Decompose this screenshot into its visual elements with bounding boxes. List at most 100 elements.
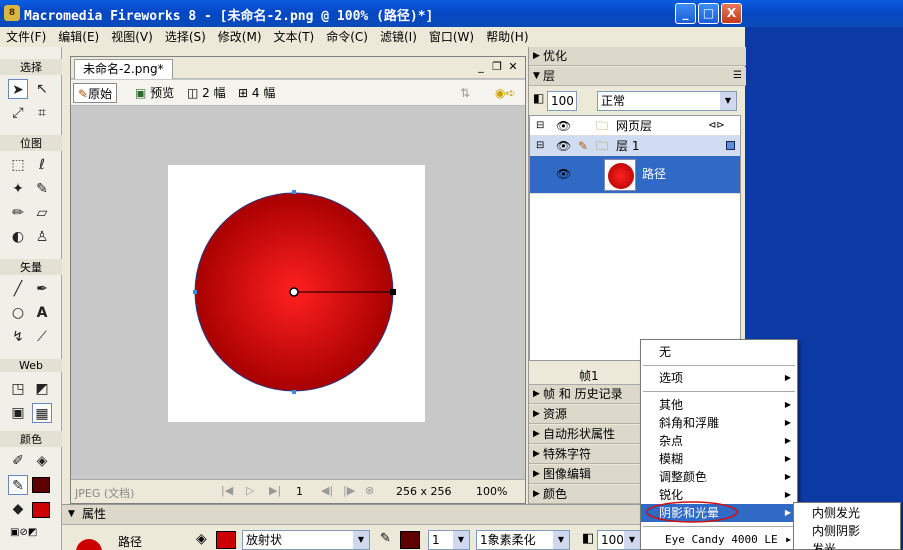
view-2up-button[interactable]: ◫ 2 幅 (183, 83, 230, 103)
frame-first-icon[interactable]: |◀ (221, 484, 233, 497)
menu-window[interactable]: 窗口(W) (423, 27, 480, 47)
menu-item-eye-candy[interactable]: Eye Candy 4000 LE ▶ (641, 531, 797, 549)
menu-item-none[interactable]: 无 (641, 343, 797, 361)
eye-icon[interactable]: 👁 (556, 164, 571, 184)
knife-tool-icon[interactable]: ⟋ (32, 327, 52, 347)
maximize-button[interactable]: □ (698, 3, 719, 24)
menu-separator (643, 365, 795, 366)
eye-icon[interactable]: 👁 (556, 136, 571, 156)
menu-commands[interactable]: 命令(C) (320, 27, 374, 47)
layers-list: ⊟ 👁 🗀 网页层 ⊲⊳ ⊟ 👁 ✎ 🗀 层 1 👁 路径 (529, 115, 741, 361)
menu-select[interactable]: 选择(S) (159, 27, 212, 47)
opacity-icon: ◧ (582, 531, 595, 546)
ellipse-tool-icon[interactable]: ○ (8, 303, 28, 323)
stop-icon[interactable]: ⊗ (365, 484, 374, 497)
show-slices-icon[interactable]: ▦ (32, 403, 52, 423)
hide-slices-icon[interactable]: ▣ (8, 403, 28, 423)
brush-tool-icon[interactable]: ✎ (32, 179, 52, 199)
layer-row-web[interactable]: ⊟ 👁 🗀 网页层 ⊲⊳ (530, 116, 740, 136)
document-status-bar: JPEG (文档) |◀ ▷ ▶| 1 ◀| |▶ ⊗ 256 x 256 10… (71, 479, 525, 503)
opacity-field[interactable]: 100 ▼ (597, 530, 641, 550)
marquee-tool-icon[interactable]: ⬚ (8, 155, 28, 175)
view-original-button[interactable]: ✎原始 (73, 83, 118, 103)
menu-modify[interactable]: 修改(M) (212, 27, 268, 47)
doc-restore-icon[interactable]: ❐ (490, 60, 504, 74)
menu-item-bevel-emboss[interactable]: 斜角和浮雕 ▶ (641, 414, 797, 432)
stroke-color-icon[interactable]: ✎ (8, 475, 28, 495)
rubber-stamp-icon[interactable]: ♙ (32, 227, 52, 247)
optimize-panel-header[interactable]: ▶ 优化 (529, 47, 746, 66)
minimize-button[interactable]: _ (675, 3, 696, 24)
prev-frame-icon[interactable]: ◀| (321, 484, 333, 497)
paint-bucket-icon[interactable]: ◈ (32, 451, 52, 471)
collapse-arrow-icon: ▼ (68, 509, 75, 519)
canvas[interactable] (168, 165, 425, 422)
lasso-tool-icon[interactable]: ℓ (32, 155, 52, 175)
frame-last-icon[interactable]: ▶| (269, 484, 281, 497)
eraser-tool-icon[interactable]: ▱ (32, 203, 52, 223)
menu-filters[interactable]: 滤镜(I) (374, 27, 423, 47)
doc-close-icon[interactable]: ✕ (506, 60, 520, 74)
view-preview-button[interactable]: ▣ 预览 (131, 83, 178, 103)
stroke-width-field[interactable]: 1 ▼ (428, 530, 470, 550)
menu-item-noise[interactable]: 杂点 ▶ (641, 432, 797, 450)
submenu-inner-glow[interactable]: 内侧发光 (794, 504, 860, 522)
fill-color-swatch[interactable] (32, 502, 50, 518)
play-icon[interactable]: ▷ (246, 484, 254, 497)
doc-minimize-icon[interactable]: _ (474, 60, 488, 74)
magic-wand-icon[interactable]: ✦ (8, 179, 28, 199)
collapse-box-icon[interactable]: ⊟ (536, 136, 544, 156)
menu-text[interactable]: 文本(T) (268, 27, 321, 47)
subselect-tool-icon[interactable]: ↖ (32, 79, 52, 99)
pencil-icon: ✎ (78, 87, 89, 101)
menu-item-options[interactable]: 选项 ▶ (641, 369, 797, 387)
layer-row-1[interactable]: ⊟ 👁 ✎ 🗀 层 1 (530, 136, 740, 156)
submenu-inner-shadow[interactable]: 内侧阴影 (794, 522, 860, 540)
menu-item-blur[interactable]: 模糊 ▶ (641, 450, 797, 468)
document-tab[interactable]: 未命名-2.png* (74, 59, 173, 79)
tools-section-bitmap: 位图 (0, 135, 62, 151)
eyedropper-tool-icon[interactable]: ✐ (8, 451, 28, 471)
pen-tool-icon[interactable]: ✒ (32, 279, 52, 299)
next-frame-icon[interactable]: |▶ (343, 484, 355, 497)
pencil-tool-icon[interactable]: ✏ (8, 203, 28, 223)
layer-opacity-field[interactable]: 100 (547, 91, 577, 111)
menu-view[interactable]: 视图(V) (105, 27, 159, 47)
menu-help[interactable]: 帮助(H) (480, 27, 534, 47)
fill-color-swatch[interactable] (216, 531, 236, 549)
fill-type-select[interactable]: 放射状 ▼ (242, 530, 370, 550)
menu-edit[interactable]: 编辑(E) (52, 27, 105, 47)
text-tool-icon[interactable]: A (32, 303, 52, 323)
view-4up-button[interactable]: ⊞ 4 幅 (234, 83, 279, 103)
expand-arrow-icon: ▶ (533, 449, 540, 459)
menu-file[interactable]: 文件(F) (0, 27, 52, 47)
stroke-color-swatch[interactable] (400, 531, 420, 549)
hotspot-tool-icon[interactable]: ◳ (8, 379, 28, 399)
quick-export-icon[interactable]: ⇅ (456, 83, 474, 103)
menu-item-other[interactable]: 其他 ▶ (641, 396, 797, 414)
stroke-color-swatch[interactable] (32, 477, 50, 493)
bulb-menu-icon[interactable]: ◉➪ (491, 83, 520, 103)
object-row-path[interactable]: 👁 路径 (530, 156, 740, 194)
zoom-select[interactable]: 100% (476, 485, 507, 498)
tools-section-web: Web (0, 359, 62, 372)
crop-tool-icon[interactable]: ⌗ (32, 103, 52, 123)
pointer-tool-icon[interactable]: ➤ (8, 79, 28, 99)
fill-color-icon[interactable]: ◆ (8, 499, 28, 519)
submenu-arrow-icon: ▶ (786, 535, 791, 544)
edge-select[interactable]: 1象素柔化 ▼ (476, 530, 570, 550)
panel-options-icon[interactable]: ☰ (733, 67, 742, 85)
eye-icon[interactable]: 👁 (556, 116, 571, 136)
submenu-glow[interactable]: 发光 (794, 540, 836, 550)
slice-tool-icon[interactable]: ◩ (32, 379, 52, 399)
layers-panel-header[interactable]: ▼ 层 ☰ (529, 67, 746, 86)
line-tool-icon[interactable]: ╱ (8, 279, 28, 299)
swap-colors-icon[interactable]: ▣⊘◩ (10, 527, 52, 541)
freeform-tool-icon[interactable]: ↯ (8, 327, 28, 347)
blur-tool-icon[interactable]: ◐ (8, 227, 28, 247)
blend-mode-select[interactable]: 正常 ▼ (597, 91, 737, 111)
red-circle-path[interactable] (168, 165, 425, 422)
close-button[interactable]: X (721, 3, 742, 24)
collapse-box-icon[interactable]: ⊟ (536, 116, 544, 136)
scale-tool-icon[interactable]: ⤢ (8, 103, 28, 123)
